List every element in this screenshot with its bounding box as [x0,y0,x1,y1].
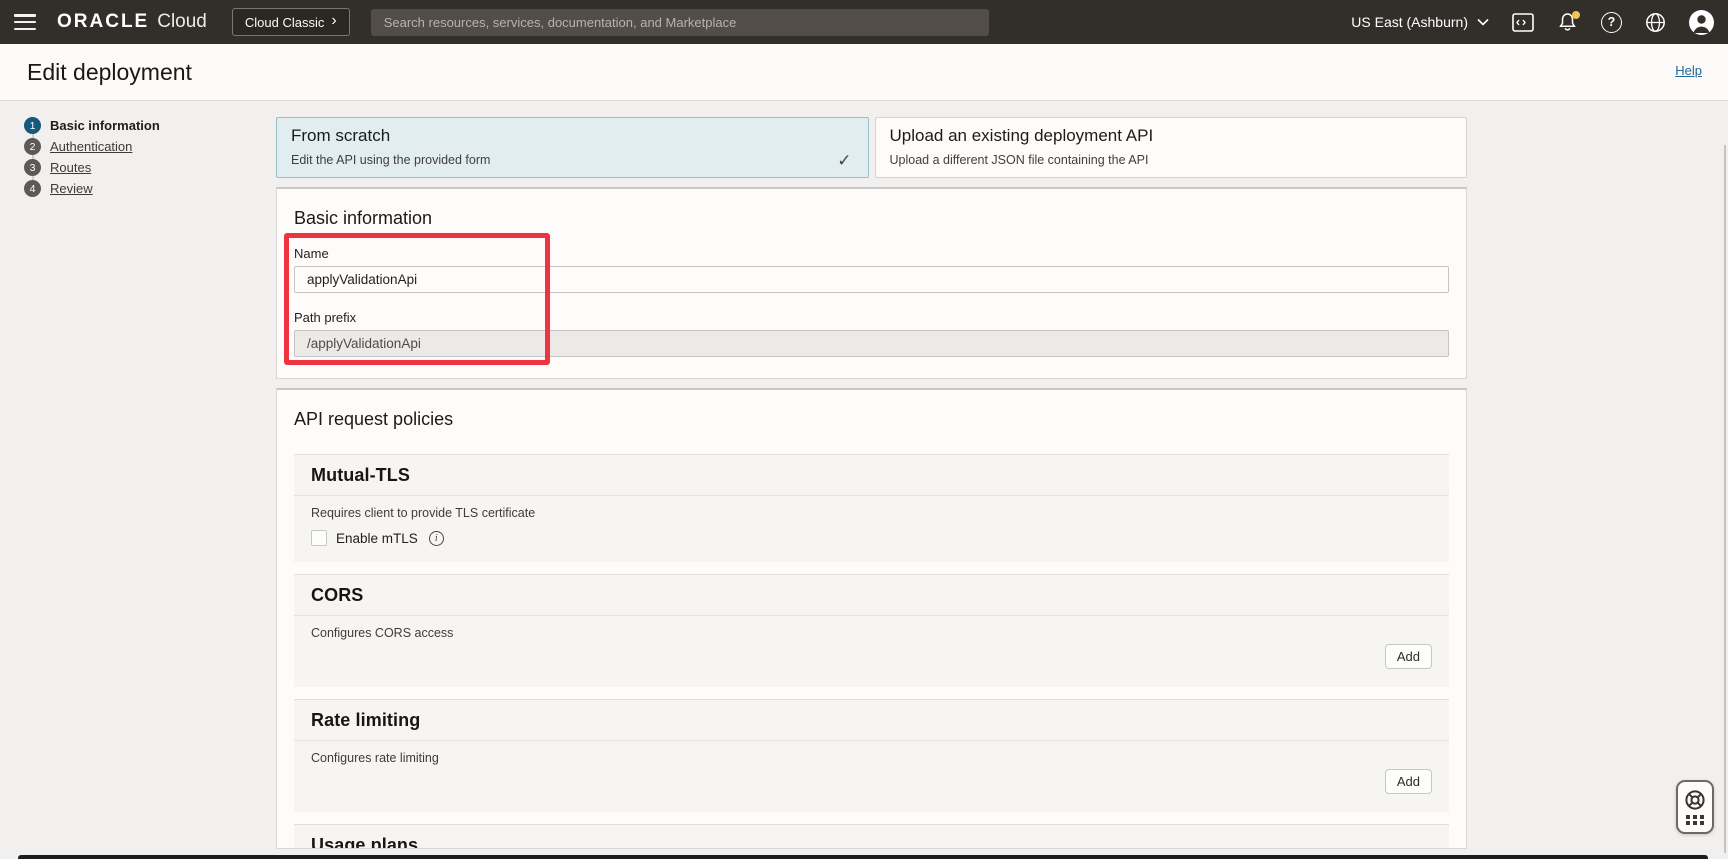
card-subtitle: Edit the API using the provided form [291,153,854,167]
basic-information-section: Basic information Name Path prefix [276,187,1467,379]
wizard-steps: 1 Basic information 2 Authentication 3 R… [24,117,160,201]
notification-dot [1572,11,1580,19]
enable-mtls-label: Enable mTLS [336,531,418,546]
step-label: Review [50,181,93,196]
question-glyph: ? [1608,15,1616,29]
region-selector[interactable]: US East (Ashburn) [1351,14,1489,30]
window-bottom-edge [18,855,1708,859]
page-header: Edit deployment Help [0,44,1728,101]
card-subtitle: Upload a different JSON file containing … [890,153,1453,167]
policy-usage-plans: Usage plans Configures usage plans Add [294,824,1449,849]
card-upload-existing-api[interactable]: Upload an existing deployment API Upload… [875,117,1468,178]
step-label: Routes [50,160,91,175]
hamburger-menu-icon[interactable] [14,14,36,30]
selected-check-icon: ✓ [837,151,851,171]
life-ring-icon [1684,789,1706,811]
region-label: US East (Ashburn) [1351,14,1468,30]
main-column: From scratch Edit the API using the prov… [276,117,1467,849]
step-number-badge: 3 [24,159,41,176]
scrollbar[interactable] [1724,145,1726,853]
policy-title: Rate limiting [294,700,1449,741]
brand-oracle: ORACLE [57,11,149,33]
cloud-classic-button[interactable]: Cloud Classic › [232,8,350,36]
cloud-shell-icon[interactable] [1512,13,1534,32]
brand-cloud: Cloud [157,11,207,33]
user-avatar[interactable] [1689,10,1714,35]
cloud-classic-label: Cloud Classic [245,15,324,30]
policy-rate-limiting: Rate limiting Configures rate limiting A… [294,699,1449,812]
info-icon[interactable]: i [429,531,444,546]
step-number-badge: 1 [24,117,41,134]
search-input[interactable] [371,9,989,36]
policy-title: Usage plans [294,825,1449,849]
oracle-cloud-logo[interactable]: ORACLE Cloud [57,11,207,33]
rate-limiting-add-button[interactable]: Add [1385,769,1432,794]
support-widget-button[interactable] [1676,780,1714,834]
policy-description: Configures CORS access [311,626,1432,640]
notifications-bell-icon[interactable] [1557,12,1578,33]
help-link[interactable]: Help [1675,63,1702,78]
cors-add-button[interactable]: Add [1385,644,1432,669]
page-title: Edit deployment [27,59,192,86]
path-prefix-label: Path prefix [294,310,1449,325]
name-field-label: Name [294,246,1449,261]
enable-mtls-row: Enable mTLS i [311,530,1432,546]
content-area: 1 Basic information 2 Authentication 3 R… [0,101,1728,859]
chevron-right-icon: › [331,13,336,29]
chevron-down-icon [1477,18,1489,26]
step-number-badge: 4 [24,180,41,197]
section-title: API request policies [294,390,1449,430]
help-circle-icon[interactable]: ? [1601,12,1622,33]
policy-body: Requires client to provide TLS certifica… [294,496,1449,562]
policy-title: CORS [294,575,1449,616]
path-prefix-input [294,330,1449,357]
wizard-step-authentication[interactable]: 2 Authentication [24,138,160,155]
policy-cors: CORS Configures CORS access Add [294,574,1449,687]
policy-description: Requires client to provide TLS certifica… [311,506,1432,520]
wizard-step-review[interactable]: 4 Review [24,180,160,197]
policy-description: Configures rate limiting [311,751,1432,765]
policy-body: Configures CORS access Add [294,616,1449,687]
step-label: Authentication [50,139,132,154]
wizard-step-routes[interactable]: 3 Routes [24,159,160,176]
wizard-step-basic-information[interactable]: 1 Basic information [24,117,160,134]
info-glyph: i [435,533,438,544]
name-input[interactable] [294,266,1449,293]
card-title: Upload an existing deployment API [890,126,1453,146]
api-request-policies-section: API request policies Mutual-TLS Requires… [276,388,1467,849]
policy-mutual-tls: Mutual-TLS Requires client to provide TL… [294,454,1449,562]
card-title: From scratch [291,126,854,146]
policy-title: Mutual-TLS [294,455,1449,496]
card-from-scratch[interactable]: From scratch Edit the API using the prov… [276,117,869,178]
topbar-right-group: US East (Ashburn) ? [1351,10,1714,35]
creation-mode-cards: From scratch Edit the API using the prov… [276,117,1467,178]
policy-body: Configures rate limiting Add [294,741,1449,812]
step-number-badge: 2 [24,138,41,155]
enable-mtls-checkbox[interactable] [311,530,327,546]
section-title: Basic information [294,189,1449,229]
step-label: Basic information [50,118,160,133]
globe-icon[interactable] [1645,12,1666,33]
grid-dots-icon [1686,815,1704,825]
topbar: ORACLE Cloud Cloud Classic › US East (As… [0,0,1728,44]
